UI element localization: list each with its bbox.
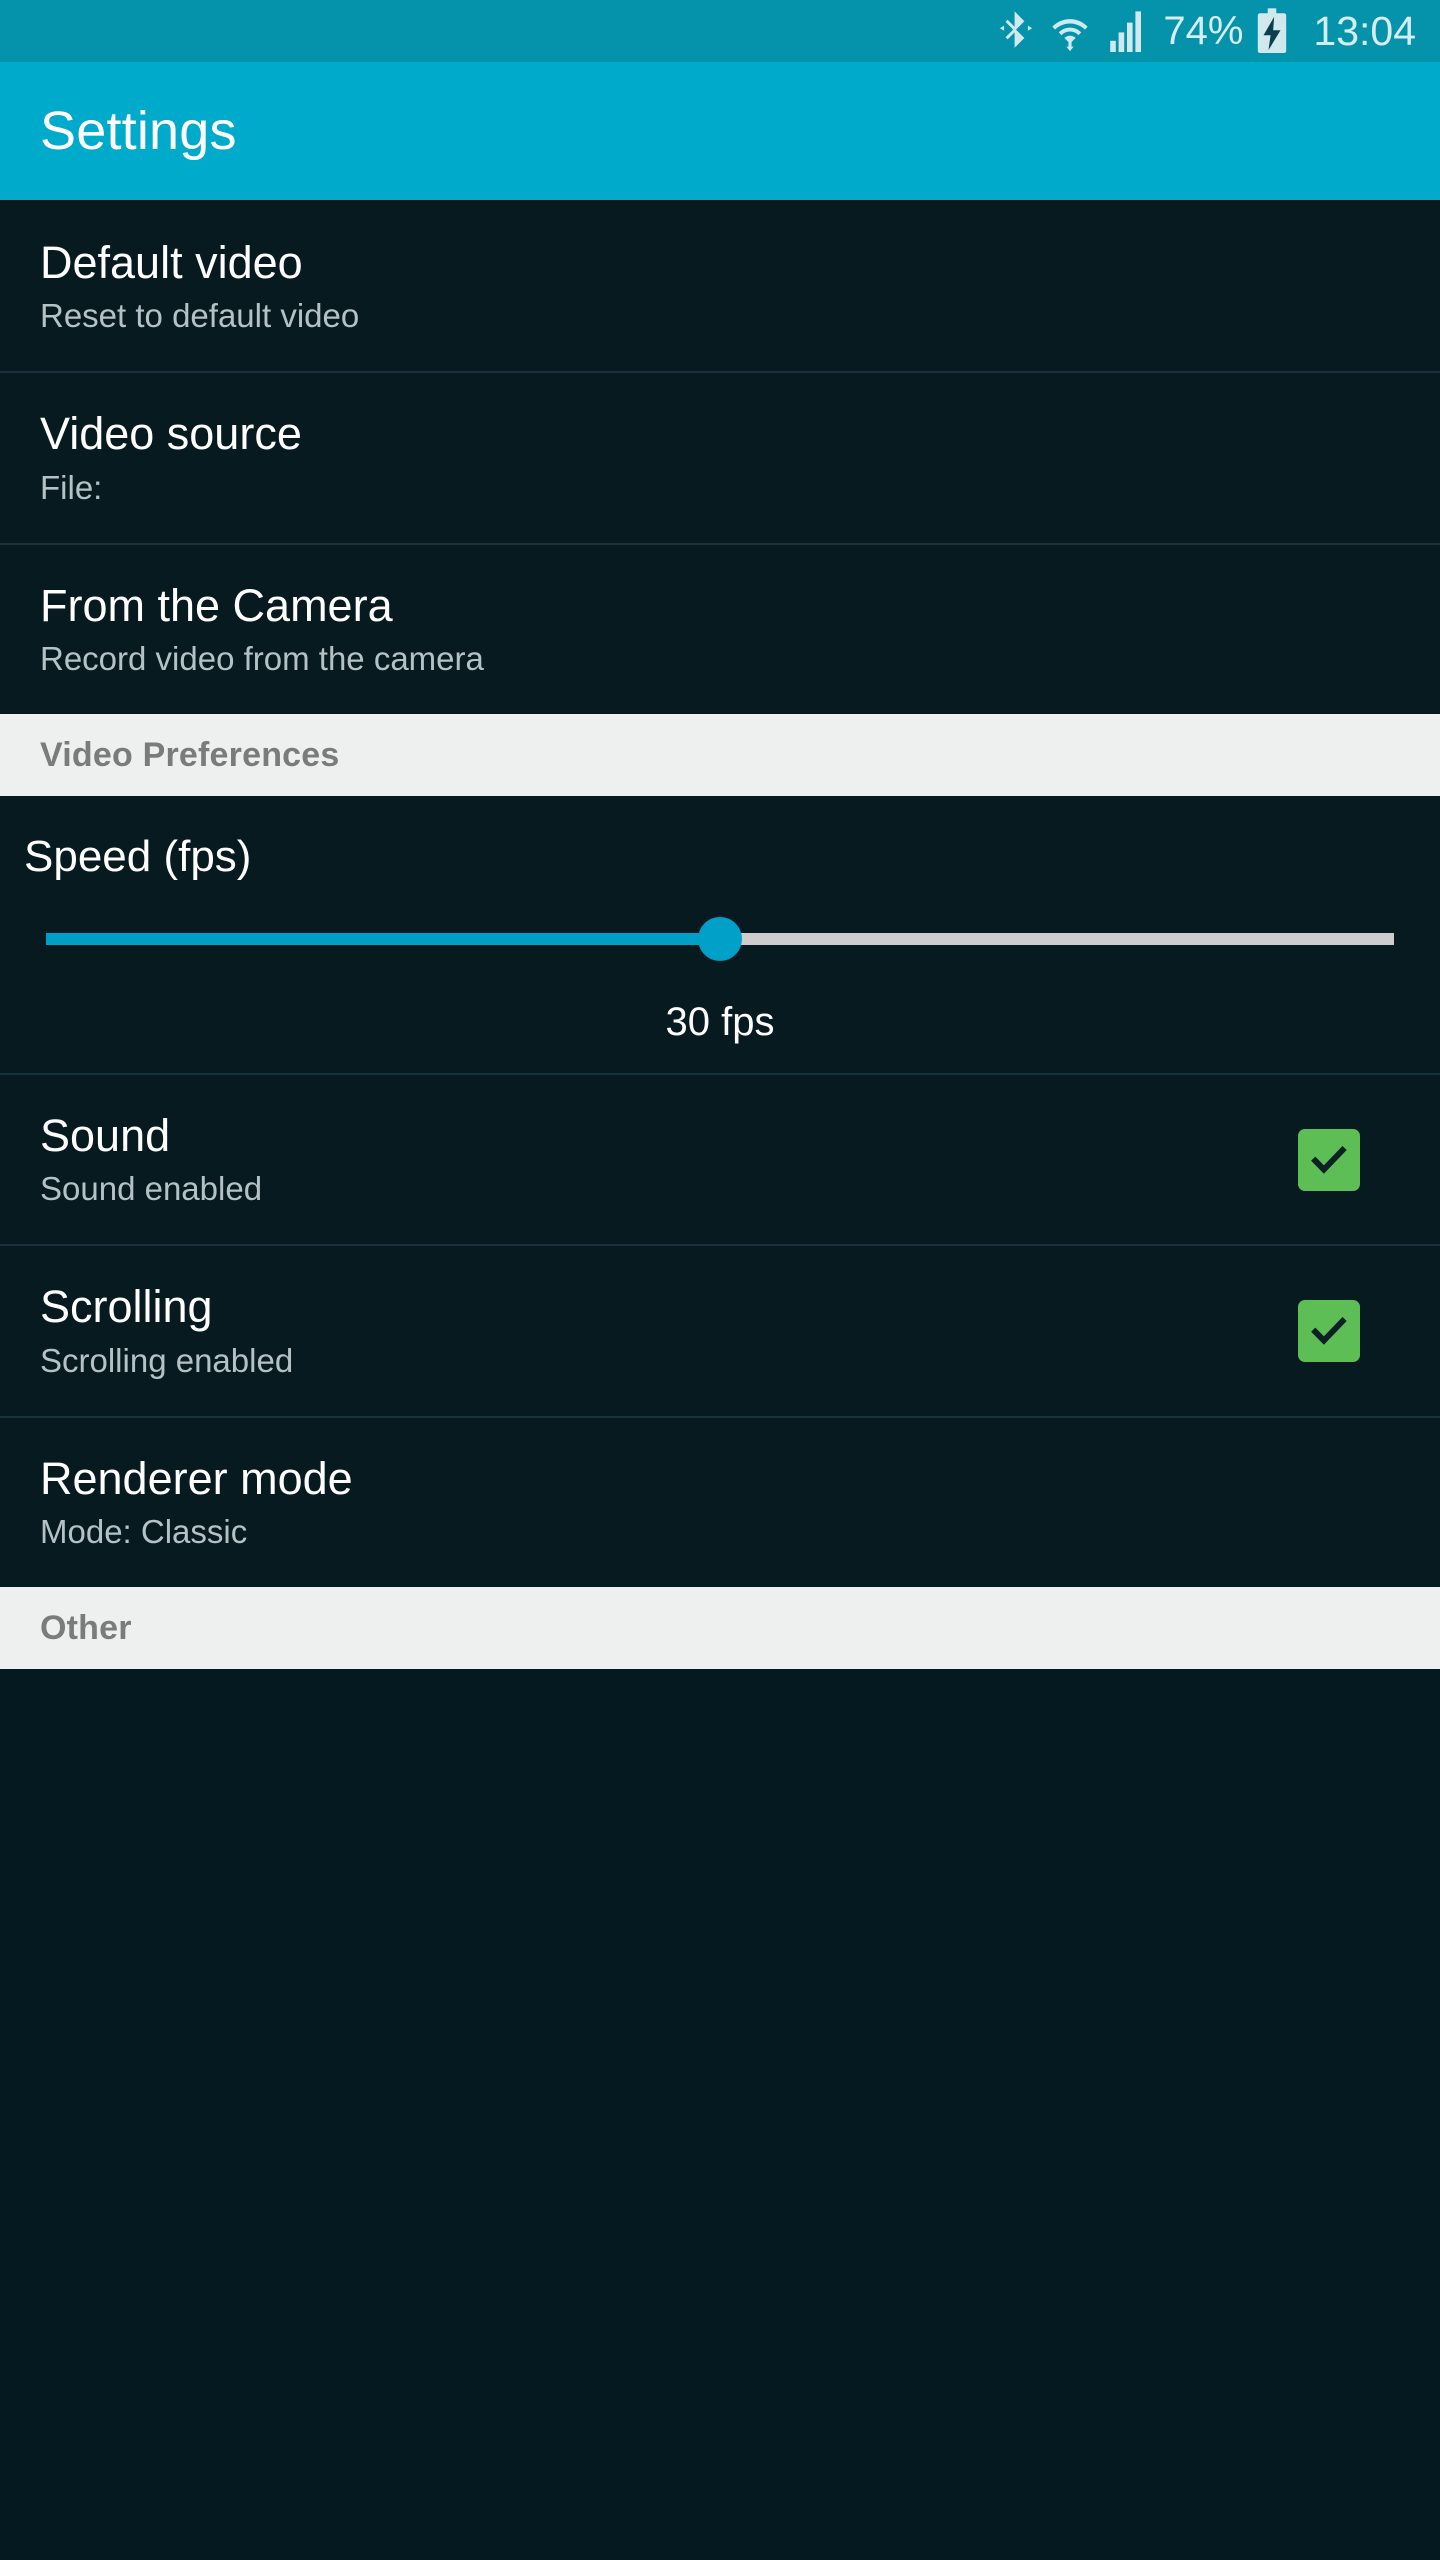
seekbar-track[interactable]: [46, 917, 1394, 962]
preference-summary: Mode: Classic: [40, 1513, 248, 1551]
preference-default-video[interactable]: Default video Reset to default video: [0, 200, 1440, 372]
preference-title: Scrolling: [40, 1281, 213, 1333]
preference-sound[interactable]: Sound Sound enabled: [0, 1073, 1440, 1245]
preference-summary: Reset to default video: [40, 297, 360, 335]
preference-title: Default video: [40, 237, 303, 288]
clock-label: 13:04: [1313, 7, 1416, 54]
preference-video-source[interactable]: Video source File:: [0, 371, 1440, 543]
section-header-label: Video Preferences: [40, 735, 340, 774]
preference-summary: File:: [40, 468, 103, 506]
section-header-other: Other: [0, 1587, 1440, 1670]
battery-charging-icon: [1255, 8, 1289, 54]
phone-screen: 74% 13:04 Settings Default video Reset t…: [0, 0, 1440, 2560]
preference-speed-fps[interactable]: Speed (fps) 30 fps: [0, 796, 1440, 1074]
seekbar-track-area[interactable]: [46, 896, 1394, 982]
cellular-signal-icon: [1107, 10, 1147, 52]
section-header-label: Other: [40, 1608, 132, 1647]
battery-percent-label: 74%: [1163, 9, 1244, 53]
settings-list: Default video Reset to default video Vid…: [0, 200, 1440, 1670]
checkbox-checked-icon[interactable]: [1298, 1128, 1360, 1191]
page-title: Settings: [40, 101, 237, 161]
preference-summary: Sound enabled: [40, 1170, 263, 1208]
preference-title: Sound: [40, 1110, 171, 1162]
status-bar: 74% 13:04: [0, 0, 1440, 62]
preference-title: Renderer mode: [40, 1452, 353, 1504]
preference-from-the-camera[interactable]: From the Camera Record video from the ca…: [0, 542, 1440, 715]
preference-title: Video source: [40, 408, 302, 460]
action-bar: Settings: [0, 62, 1440, 200]
preference-summary: Record video from the camera: [40, 640, 484, 678]
seekbar-value-label: 30 fps: [665, 1000, 775, 1045]
wifi-icon: [1049, 10, 1091, 52]
seekbar-thumb[interactable]: [698, 917, 742, 962]
preference-title: From the Camera: [40, 579, 393, 631]
preference-scrolling[interactable]: Scrolling Scrolling enabled: [0, 1244, 1440, 1416]
preference-renderer-mode[interactable]: Renderer mode Mode: Classic: [0, 1415, 1440, 1588]
section-header-video-preferences: Video Preferences: [0, 714, 1440, 797]
checkbox-checked-icon[interactable]: [1298, 1300, 1360, 1363]
seekbar-fill: [46, 933, 720, 946]
preference-summary: Scrolling enabled: [40, 1341, 294, 1379]
seekbar-title: Speed (fps): [24, 832, 252, 882]
bluetooth-icon: [999, 10, 1033, 52]
